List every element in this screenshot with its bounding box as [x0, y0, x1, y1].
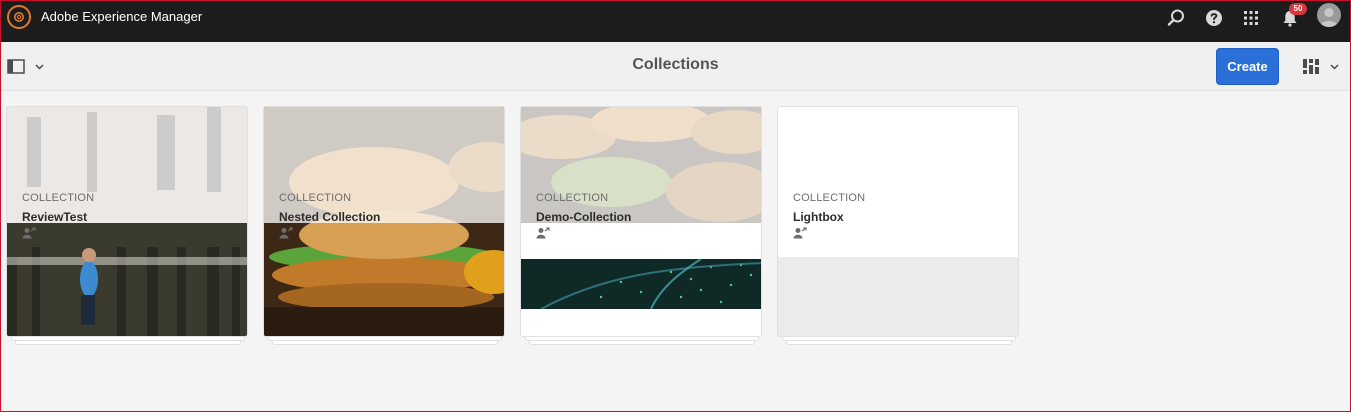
shared-user-icon	[536, 227, 550, 239]
help-icon[interactable]	[1204, 8, 1224, 28]
card-stack-edge	[786, 341, 1012, 345]
card-view-icon[interactable]	[1302, 57, 1342, 77]
card-stack-edge	[268, 337, 502, 341]
card-stack-edge	[272, 341, 498, 345]
card-type-label: COLLECTION	[793, 192, 866, 204]
aem-logo-icon[interactable]	[7, 5, 31, 29]
card-stack-edge	[529, 341, 755, 345]
shared-user-icon	[279, 227, 293, 239]
solutions-grid-icon[interactable]	[1241, 8, 1261, 28]
shared-user-icon	[22, 227, 36, 239]
create-button[interactable]: Create	[1216, 48, 1279, 85]
card-title[interactable]: Nested Collection	[279, 210, 380, 224]
card-stack-edge	[11, 337, 245, 341]
collection-card[interactable]: COLLECTION Demo-Collection	[520, 106, 762, 337]
action-bar: Collections Create	[0, 42, 1351, 91]
rail-toggle-icon[interactable]	[7, 58, 47, 76]
collection-card[interactable]: COLLECTION ReviewTest	[6, 106, 248, 337]
shell-header: Adobe Experience Manager 50	[0, 0, 1351, 42]
collection-card[interactable]: COLLECTION Lightbox	[777, 106, 1019, 337]
card-overlay	[521, 107, 761, 223]
user-avatar[interactable]	[1317, 3, 1341, 27]
search-icon[interactable]	[1166, 8, 1186, 28]
card-type-label: COLLECTION	[22, 192, 95, 204]
card-title[interactable]: Demo-Collection	[536, 210, 631, 224]
card-type-label: COLLECTION	[279, 192, 352, 204]
app-title[interactable]: Adobe Experience Manager	[41, 9, 202, 24]
card-overlay	[7, 107, 247, 223]
page-title: Collections	[632, 56, 719, 73]
card-title[interactable]: ReviewTest	[22, 210, 87, 224]
notification-badge: 50	[1289, 3, 1307, 15]
card-stack-edge	[782, 337, 1016, 341]
card-overlay	[264, 107, 504, 223]
shared-user-icon	[793, 227, 807, 239]
collection-card[interactable]: COLLECTION Nested Collection	[263, 106, 505, 337]
card-stack-edge	[15, 341, 241, 345]
card-title[interactable]: Lightbox	[793, 210, 844, 224]
card-type-label: COLLECTION	[536, 192, 609, 204]
card-stack-edge	[525, 337, 759, 341]
